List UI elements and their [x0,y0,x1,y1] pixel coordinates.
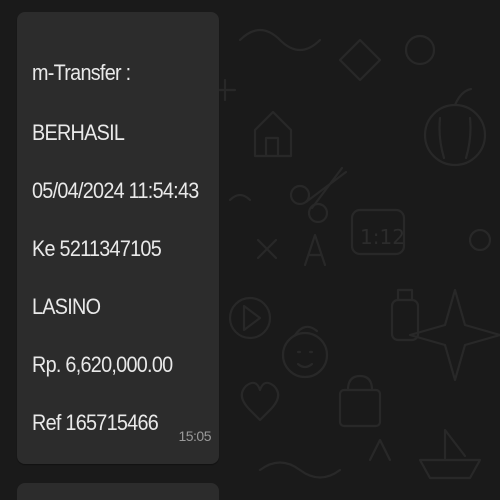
svg-text:1:12: 1:12 [360,225,405,249]
message-line-account: Ke 5211347105 [32,236,162,261]
message-line-title: m-Transfer : [32,60,131,85]
message-bubble[interactable]: m-Transfer : BERHASIL 05/04/2024 11:54:4… [17,12,219,464]
next-message-bubble[interactable] [17,483,219,500]
message-line-amount: Rp. 6,620,000.00 [32,352,173,377]
message-line-reference: Ref 165715466 [32,410,159,435]
chat-background: 1:12 m-Transfer: BERHASIL 05/04/2024 11… [0,0,500,500]
message-line-datetime: 05/04/2024 11:54:43 [32,178,199,203]
message-timestamp: 15:05 [178,428,211,444]
message-line-status: BERHASIL [32,120,125,145]
message-line-recipient: LASINO [32,294,101,319]
